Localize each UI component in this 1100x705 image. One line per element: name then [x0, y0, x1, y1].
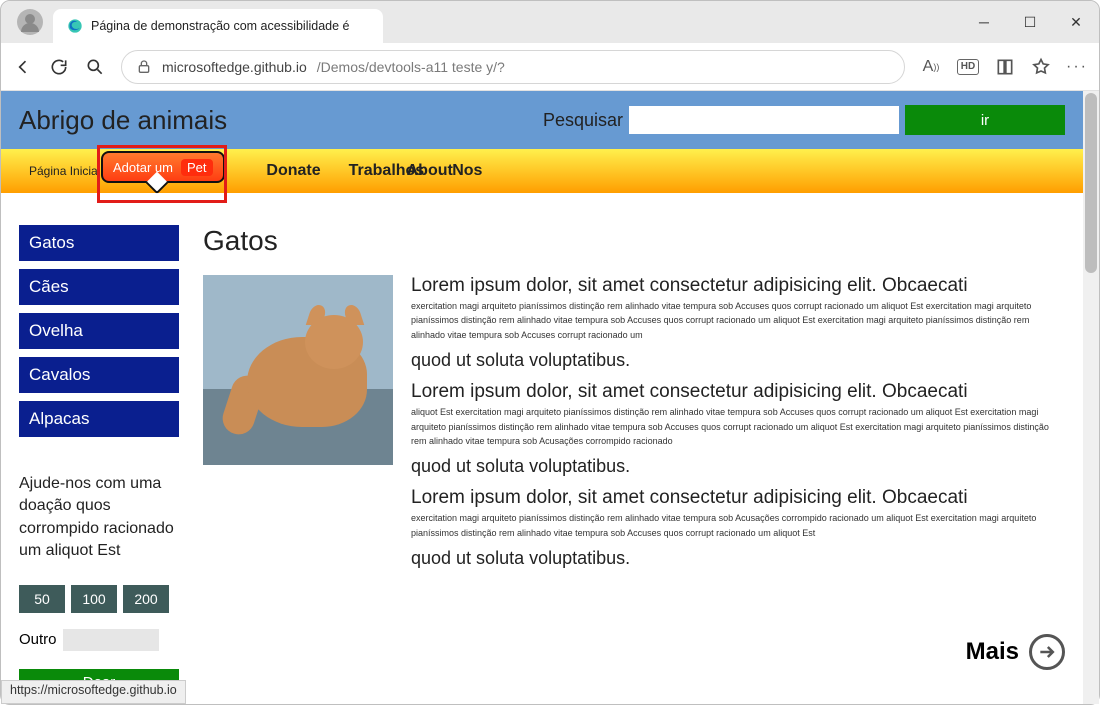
search-label: Pesquisar: [543, 110, 623, 131]
back-button[interactable]: [13, 57, 33, 77]
browser-tab[interactable]: Página de demonstração com acessibilidad…: [53, 9, 383, 43]
site-header: Abrigo de animais Pesquisar ir: [1, 91, 1083, 149]
article-body-1: exercitation magi arquiteto pianíssimos …: [411, 299, 1065, 342]
favorite-icon[interactable]: [1031, 57, 1051, 77]
nav-home[interactable]: Página Inicial: [29, 164, 100, 178]
nav-jobs[interactable]: Trabalhos About: [349, 162, 425, 180]
donate-blurb: Ajude-nos com uma doação quos corrompido…: [19, 473, 179, 563]
search-button[interactable]: [85, 57, 105, 77]
article-sub-2: quod ut soluta voluptatibus.: [411, 456, 1065, 477]
page-heading: Gatos: [203, 225, 1065, 257]
article-lead-1: Lorem ipsum dolor, sit amet consectetur …: [411, 275, 1065, 297]
search-go-button[interactable]: ir: [905, 105, 1065, 135]
status-bar: https://microsoftedge.github.io: [1, 680, 186, 704]
donate-other-input[interactable]: [63, 629, 159, 651]
more-link[interactable]: Mais: [966, 634, 1065, 670]
adopt-tooltip[interactable]: Adotar um Pet: [101, 151, 225, 183]
nav-donate[interactable]: Donate: [266, 162, 320, 180]
url-host: microsoftedge.github.io: [162, 59, 307, 75]
donate-amount-50[interactable]: 50: [19, 585, 65, 613]
more-menu-icon[interactable]: ···: [1067, 57, 1087, 77]
article-lead-2: Lorem ipsum dolor, sit amet consectetur …: [411, 381, 1065, 403]
lock-icon: [136, 59, 152, 75]
article-body-3: exercitation magi arquiteto pianíssimos …: [411, 511, 1065, 540]
arrow-right-icon: [1029, 634, 1065, 670]
cat-photo: [203, 275, 393, 465]
reader-icon[interactable]: [995, 57, 1015, 77]
sidebar-item-dogs[interactable]: Cães: [19, 269, 179, 305]
article-sub-1: quod ut soluta voluptatibus.: [411, 350, 1065, 371]
sidebar-item-horses[interactable]: Cavalos: [19, 357, 179, 393]
hd-icon[interactable]: HD: [957, 59, 979, 75]
sidebar-item-sheep[interactable]: Ovelha: [19, 313, 179, 349]
main-content: Gatos Lorem ipsum dolor, sit amet consec…: [203, 225, 1065, 697]
address-bar[interactable]: microsoftedge.github.io/Demos/devtools-a…: [121, 50, 905, 84]
search-input[interactable]: [629, 106, 899, 134]
page-viewport: Abrigo de animais Pesquisar ir Página In…: [1, 91, 1099, 704]
article-body-2: aliquot Est exercitation magi arquiteto …: [411, 405, 1065, 448]
url-path: /Demos/devtools-a11 teste y/?: [317, 59, 505, 75]
article-sub-3: quod ut soluta voluptatibus.: [411, 548, 1065, 569]
refresh-button[interactable]: [49, 57, 69, 77]
read-aloud-icon[interactable]: A)): [921, 57, 941, 77]
profile-avatar[interactable]: [17, 9, 43, 35]
scrollbar[interactable]: [1083, 91, 1099, 704]
nav-about[interactable]: About: [407, 162, 453, 180]
donate-amount-200[interactable]: 200: [123, 585, 169, 613]
category-sidebar: Gatos Cães Ovelha Cavalos Alpacas Ajude-…: [19, 225, 179, 697]
edge-favicon: [67, 18, 83, 34]
sidebar-item-cats[interactable]: Gatos: [19, 225, 179, 261]
main-nav: Página Inicial Donate Trabalhos About No…: [1, 149, 1083, 193]
adopt-tooltip-prefix: Adotar um: [113, 160, 173, 175]
adopt-tooltip-pill: Pet: [181, 159, 213, 176]
donate-amount-100[interactable]: 100: [71, 585, 117, 613]
donate-other-label: Outro: [19, 631, 57, 648]
nav-us[interactable]: Nos: [452, 162, 482, 180]
window-titlebar: Página de demonstração com acessibilidad…: [1, 1, 1099, 43]
window-close[interactable]: ✕: [1053, 1, 1099, 43]
window-maximize[interactable]: ☐: [1007, 1, 1053, 43]
browser-toolbar: microsoftedge.github.io/Demos/devtools-a…: [1, 43, 1099, 91]
scrollbar-thumb[interactable]: [1085, 93, 1097, 273]
more-label: Mais: [966, 638, 1019, 666]
sidebar-item-alpacas[interactable]: Alpacas: [19, 401, 179, 437]
window-minimize[interactable]: ─: [961, 1, 1007, 43]
site-title: Abrigo de animais: [19, 105, 227, 136]
tab-title: Página de demonstração com acessibilidad…: [91, 19, 350, 33]
article-lead-3: Lorem ipsum dolor, sit amet consectetur …: [411, 487, 1065, 509]
